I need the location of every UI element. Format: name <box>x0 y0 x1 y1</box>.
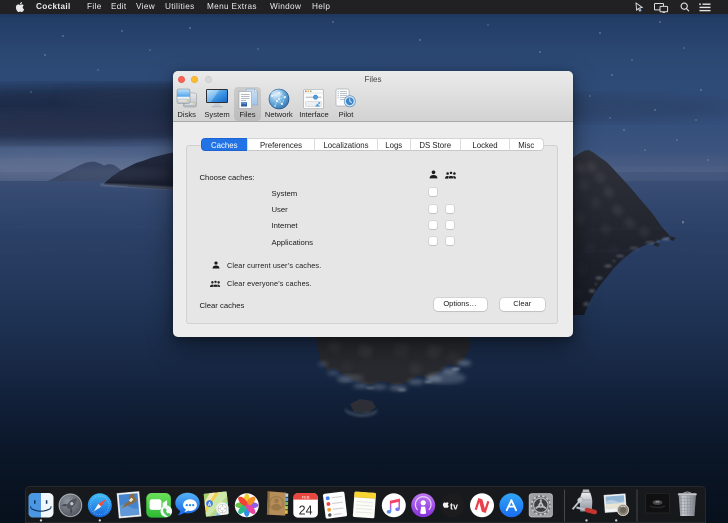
svg-text:tv: tv <box>450 501 458 511</box>
svg-text:FEB: FEB <box>302 494 310 499</box>
svg-text:A: A <box>208 502 212 508</box>
svg-text:24: 24 <box>299 503 313 517</box>
